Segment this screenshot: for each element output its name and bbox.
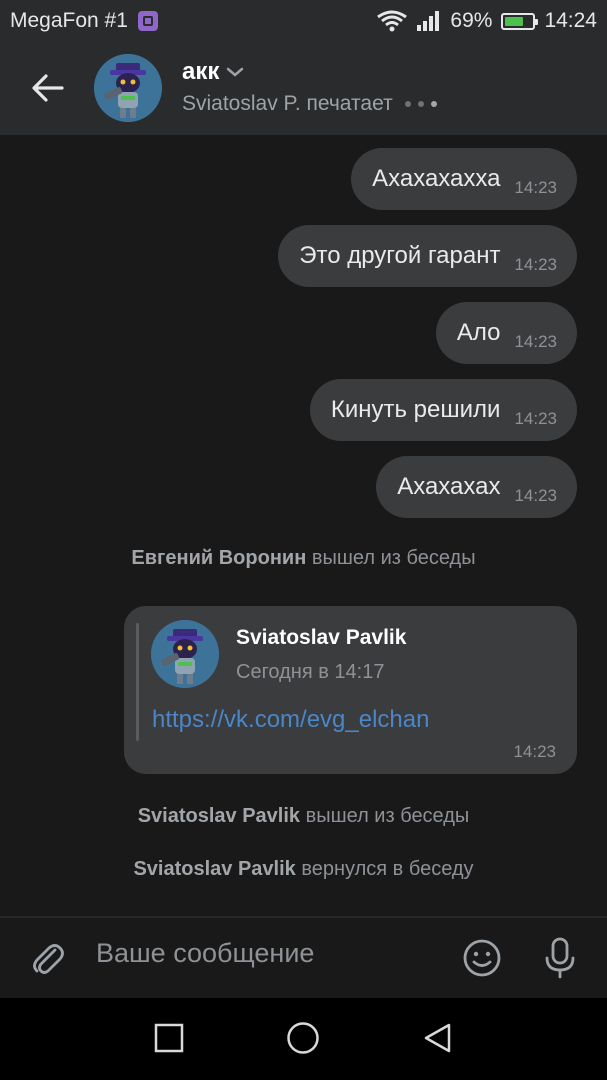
signal-icon: [417, 11, 440, 31]
forward-quote-line: [136, 623, 139, 741]
message-text: Ахахахахха: [372, 165, 501, 192]
service-user-name[interactable]: Sviatoslav Pavlik: [133, 858, 295, 880]
service-message: Евгений Воронин вышел из беседы: [0, 547, 607, 570]
chat-avatar[interactable]: [94, 54, 162, 122]
message-time: 14:23: [514, 254, 557, 274]
system-nav-bar: [0, 998, 607, 1080]
notification-icon: [137, 11, 158, 31]
message-input[interactable]: Ваше сообщение: [96, 938, 314, 969]
chat-title-text: акк: [182, 58, 220, 85]
message-bubble[interactable]: Кинуть решили 14:23: [309, 379, 577, 441]
message-composer: Ваше сообщение: [0, 918, 607, 998]
battery-icon: [501, 12, 539, 30]
forward-link[interactable]: https://vk.com/evg_elchan: [152, 706, 429, 734]
chat-title[interactable]: акк: [182, 58, 245, 86]
recent-apps-icon[interactable]: [154, 1023, 184, 1053]
message-text: Ало: [456, 319, 501, 346]
paperclip-icon[interactable]: [28, 938, 68, 978]
home-icon[interactable]: [286, 1021, 320, 1055]
service-message: Sviatoslav Pavlik вернулся в беседу: [0, 858, 607, 881]
back-nav-icon[interactable]: [422, 1022, 454, 1054]
carrier-label: MegaFon #1: [10, 9, 128, 32]
typing-dots-icon: [404, 101, 437, 107]
service-action: вернулся в беседу: [301, 858, 474, 880]
forward-author-avatar[interactable]: [151, 620, 219, 688]
service-user-name[interactable]: Евгений Воронин: [131, 547, 306, 569]
service-action: вышел из беседы: [305, 805, 470, 827]
forward-author-name[interactable]: Sviatoslav Pavlik: [236, 626, 406, 650]
chat-header: акк Sviatoslav P. печатает: [0, 42, 607, 135]
service-user-name[interactable]: Sviatoslav Pavlik: [138, 805, 300, 827]
message-bubble[interactable]: Это другой гарант 14:23: [278, 225, 577, 287]
message-text: Кинуть решили: [330, 396, 501, 423]
battery-percent: 69%: [450, 9, 493, 32]
message-time: 14:23: [514, 485, 557, 505]
forwarded-message[interactable]: Sviatoslav Pavlik Сегодня в 14:17 https:…: [124, 606, 577, 774]
wifi-icon: [377, 10, 408, 32]
status-bar: MegaFon #1 69% 14:24: [0, 0, 607, 42]
message-bubble[interactable]: Ало 14:23: [435, 302, 577, 364]
message-time: 14:23: [514, 331, 557, 351]
message-time: 14:23: [514, 177, 557, 197]
message-text: Ахахахах: [397, 473, 501, 500]
message-text: Это другой гарант: [299, 242, 501, 269]
message-time: 14:23: [513, 742, 556, 761]
message-bubble[interactable]: Ахахахах 14:23: [376, 456, 577, 518]
typing-status: Sviatoslav P. печатает: [182, 92, 437, 116]
microphone-icon[interactable]: [540, 936, 580, 980]
message-bubble[interactable]: Ахахахахха 14:23: [351, 148, 577, 210]
service-action: вышел из беседы: [311, 547, 476, 569]
service-message: Sviatoslav Pavlik вышел из беседы: [0, 805, 607, 828]
smile-icon[interactable]: [462, 938, 502, 978]
clock: 14:24: [544, 9, 597, 32]
typing-status-text: Sviatoslav P. печатает: [182, 92, 393, 115]
chevron-down-icon[interactable]: [225, 66, 245, 78]
message-time: 14:23: [514, 408, 557, 428]
forward-date: Сегодня в 14:17: [236, 661, 385, 683]
arrow-left-icon[interactable]: [28, 70, 68, 106]
